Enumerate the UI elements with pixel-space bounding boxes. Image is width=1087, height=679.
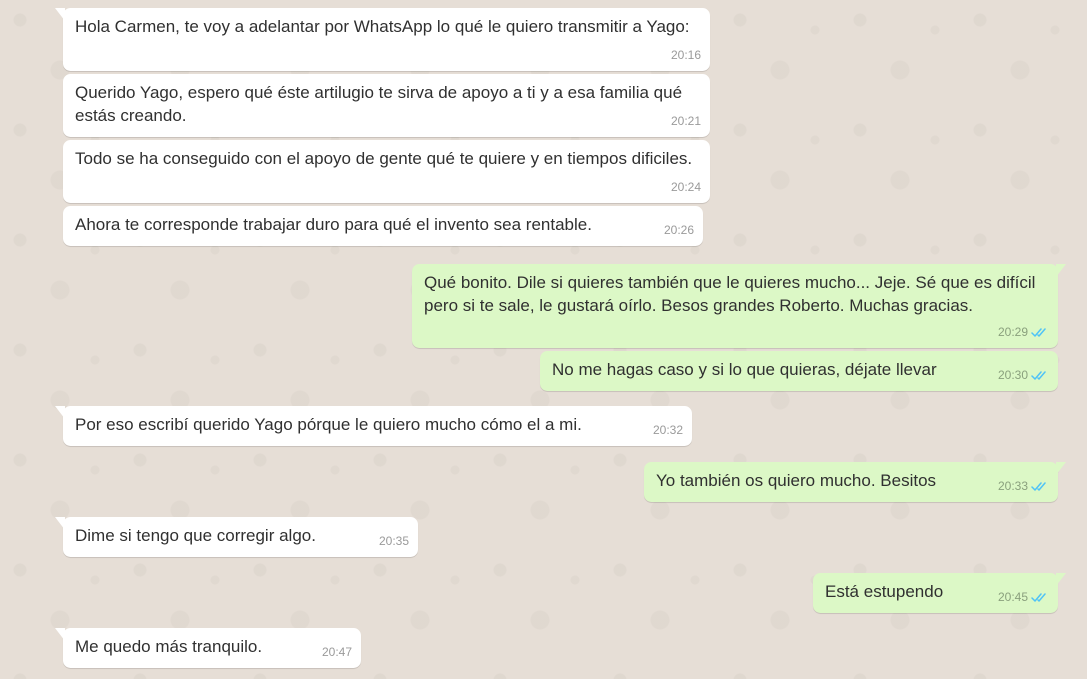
incoming-message[interactable]: Hola Carmen, te voy a adelantar por What…	[55, 8, 710, 71]
incoming-message[interactable]: Todo se ha conseguido con el apoyo de ge…	[63, 140, 710, 203]
message-meta: 20:33	[998, 475, 1049, 498]
incoming-message[interactable]: Me quedo más tranquilo. 20:47	[55, 628, 361, 668]
incoming-message[interactable]: Querido Yago, espero qué éste artilugio …	[63, 74, 710, 137]
read-ticks-icon	[1031, 481, 1049, 492]
message-meta: 20:35	[379, 530, 409, 553]
chat-message-area[interactable]: Hola Carmen, te voy a adelantar por What…	[0, 0, 1087, 679]
message-text: Todo se ha conseguido con el apoyo de ge…	[75, 149, 693, 168]
incoming-message[interactable]: Ahora te corresponde trabajar duro para …	[63, 206, 703, 246]
message-time: 20:32	[652, 423, 683, 437]
message-text: No me hagas caso y si lo que quieras, dé…	[552, 360, 937, 379]
message-meta: 20:47	[322, 641, 352, 664]
message-time: 20:47	[321, 645, 352, 659]
message-text: Ahora te corresponde trabajar duro para …	[75, 215, 592, 234]
message-meta: 20:45	[998, 586, 1049, 609]
message-meta: 20:30	[998, 364, 1049, 387]
message-time: 20:26	[663, 223, 694, 237]
message-text: Querido Yago, espero qué éste artilugio …	[75, 83, 683, 125]
message-time: 20:45	[997, 590, 1028, 604]
message-time: 20:35	[378, 534, 409, 548]
message-text: Por eso escribí querido Yago pórque le q…	[75, 415, 582, 434]
message-time: 20:21	[670, 114, 701, 128]
message-text: Qué bonito. Dile si quieres también que …	[424, 273, 1036, 315]
message-meta: 20:26	[664, 219, 694, 242]
read-ticks-icon	[1031, 370, 1049, 381]
message-meta: 20:29	[998, 321, 1049, 344]
message-text: Me quedo más tranquilo.	[75, 637, 263, 656]
message-time: 20:29	[997, 325, 1028, 339]
message-meta: 20:21	[671, 110, 701, 133]
incoming-message[interactable]: Dime si tengo que corregir algo. 20:35	[55, 517, 418, 557]
message-time: 20:33	[997, 479, 1028, 493]
read-ticks-icon	[1031, 327, 1049, 338]
message-time: 20:24	[670, 180, 701, 194]
outgoing-message[interactable]: No me hagas caso y si lo que quieras, dé…	[540, 351, 1058, 391]
message-text: Dime si tengo que corregir algo.	[75, 526, 316, 545]
read-ticks-icon	[1031, 592, 1049, 603]
message-time: 20:30	[997, 368, 1028, 382]
message-meta: 20:24	[671, 176, 701, 199]
message-meta: 20:16	[671, 44, 701, 67]
message-time: 20:16	[670, 48, 701, 62]
message-meta: 20:32	[653, 419, 683, 442]
incoming-message[interactable]: Por eso escribí querido Yago pórque le q…	[55, 406, 692, 446]
outgoing-message[interactable]: Yo también os quiero mucho. Besitos 20:3…	[644, 462, 1066, 502]
outgoing-message[interactable]: Está estupendo 20:45	[813, 573, 1066, 613]
message-text: Hola Carmen, te voy a adelantar por What…	[75, 17, 690, 36]
message-text: Yo también os quiero mucho. Besitos	[656, 471, 937, 490]
outgoing-message[interactable]: Qué bonito. Dile si quieres también que …	[412, 264, 1066, 348]
